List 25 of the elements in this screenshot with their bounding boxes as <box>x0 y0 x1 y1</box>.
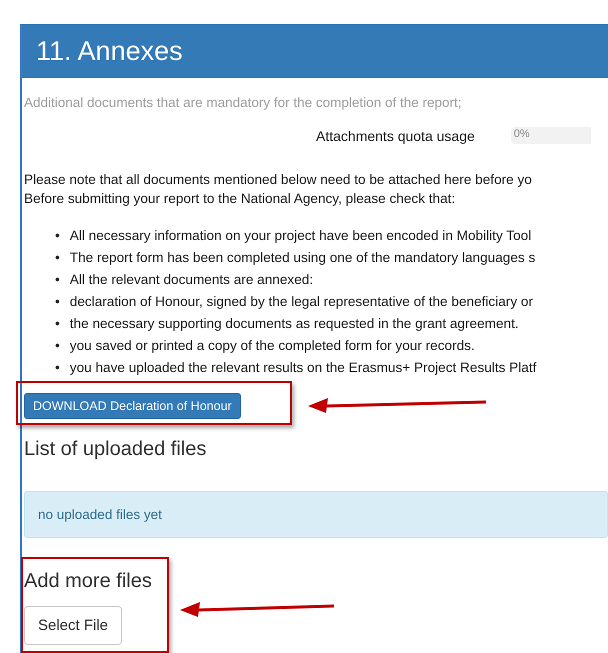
checklist-item: the necessary supporting documents as requested in the grant agreement. <box>70 315 519 333</box>
bullet-mark: • <box>55 271 60 289</box>
checklist-item: you have uploaded the relevant results on the Erasmus+ Project Results Platf <box>70 359 536 377</box>
checklist-item: declaration of Honour, signed by the legal representative of the beneficiary or <box>70 293 533 311</box>
checklist-item: All necessary information on your project have been encoded in Mobility Tool <box>70 227 532 245</box>
select-file-button[interactable]: Select File <box>24 606 122 645</box>
uploaded-files-heading: List of uploaded files <box>24 438 208 461</box>
quota-label: Attachments quota usage <box>316 128 475 144</box>
download-button[interactable]: DOWNLOAD Declaration of Honour <box>24 393 241 419</box>
instruction-text: Please note that all documents mentioned below need to be attached here before yo <box>24 171 533 189</box>
quota-reading: 0% <box>514 128 530 140</box>
bullet-mark: • <box>55 337 60 355</box>
checklist-item: All the relevant documents are annexed: <box>70 271 314 289</box>
add-files-heading: Add more files <box>24 570 153 593</box>
empty-files-message: no uploaded files yet <box>38 507 162 522</box>
instruction-text: Before submitting your report to the National Agency, please check that: <box>24 190 456 208</box>
bullet-mark: • <box>55 227 60 245</box>
bullet-mark: • <box>55 249 60 267</box>
section-title: 11. Annexes <box>36 36 183 66</box>
bullet-mark: • <box>55 315 60 333</box>
checklist-item: you saved or printed a copy of the completed form for your records. <box>70 337 475 355</box>
bullet-mark: • <box>55 359 60 377</box>
bullet-mark: • <box>55 293 60 311</box>
section-description: Additional documents that are mandatory for the completion of the report; <box>24 95 462 110</box>
checklist-item: The report form has been completed using one of the mandatory languages s <box>70 249 536 267</box>
